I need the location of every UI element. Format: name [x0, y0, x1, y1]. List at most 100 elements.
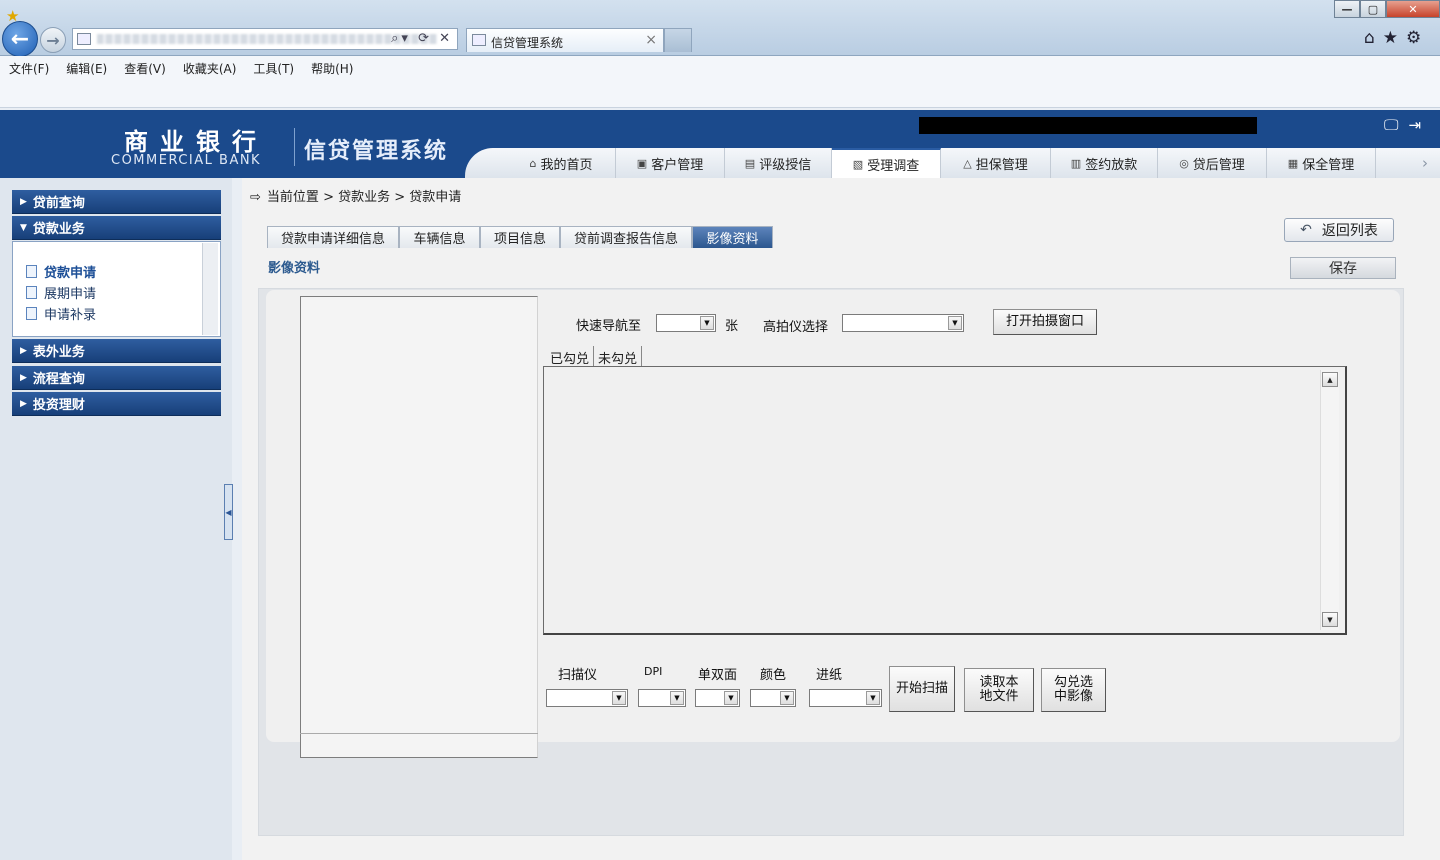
color-label: 颜色 — [760, 668, 787, 683]
return-arrow-icon: ↶ — [1300, 222, 1312, 238]
sidebar-collapse-icon[interactable]: ◀ — [224, 484, 233, 540]
nav-tab-postloan[interactable]: ◎ 贷后管理 — [1158, 148, 1267, 178]
survey-icon: ▧ — [852, 157, 864, 171]
sidebar-group-preloan-query[interactable]: ▶ 贷前查询 — [12, 190, 221, 214]
scroll-down-icon[interactable]: ▼ — [1322, 612, 1338, 627]
dropdown-arrow-icon: ▼ — [724, 691, 738, 705]
nav-tab-survey[interactable]: ▧ 受理调查 — [832, 148, 941, 178]
browser-tools-icons[interactable]: ⌂★⚙ — [1364, 28, 1429, 48]
nav-tab-preservation[interactable]: ▦ 保全管理 — [1267, 148, 1376, 178]
favorites-bar — [0, 78, 1440, 108]
section-title: 影像资料 — [268, 261, 321, 276]
forward-arrow-icon[interactable]: → — [40, 27, 66, 53]
dropdown-arrow-icon: ▼ — [866, 691, 880, 705]
dpi-label: DPI — [644, 665, 663, 678]
nav-tab-contract[interactable]: ▥ 签约放款 — [1051, 148, 1158, 178]
quick-nav-select[interactable]: ▼ — [656, 314, 716, 332]
dropdown-arrow-icon: ▼ — [948, 316, 962, 330]
caret-right-icon: ▶ — [20, 398, 27, 409]
maximize-icon[interactable]: ▢ — [1360, 0, 1386, 18]
dpi-select[interactable]: ▼ — [638, 689, 686, 707]
menu-view[interactable]: 查看(V) — [115, 56, 174, 77]
image-viewer-scrollbar[interactable]: ▲ ▼ — [1320, 370, 1339, 630]
minimize-icon[interactable]: — — [1334, 0, 1360, 18]
main-nav: ⌂ 我的首页 ▣ 客户管理 ▤ 评级授信 ▧ 受理调查 △ 担保管理 ▥ 签约放款 ◎ 贷后管… — [465, 148, 1440, 178]
dropdown-arrow-icon: ▼ — [700, 316, 714, 330]
caret-right-icon: ▶ — [20, 345, 27, 356]
scanner-select[interactable]: ▼ — [546, 689, 628, 707]
favorites-star-icon[interactable]: ★ — [6, 7, 19, 25]
guarantee-icon: △ — [963, 156, 972, 170]
duplex-label: 单双面 — [698, 668, 738, 683]
tab-project[interactable]: 项目信息 — [480, 226, 560, 248]
color-select[interactable]: ▼ — [750, 689, 796, 707]
bank-logo-english: COMMERCIAL BANK — [111, 153, 262, 168]
sidebar-group-offbalance[interactable]: ▶ 表外业务 — [12, 339, 221, 363]
breadcrumb: ⇨ 当前位置 > 贷款业务 > 贷款申请 — [250, 190, 462, 205]
new-tab-button[interactable] — [664, 28, 692, 52]
caret-right-icon: ▶ — [20, 372, 27, 383]
logo-divider — [294, 128, 295, 166]
sidebar-scrollbar[interactable] — [202, 243, 218, 335]
sidebar-item-supplement[interactable]: 申请补录 — [26, 304, 96, 323]
dropdown-arrow-icon: ▼ — [780, 691, 794, 705]
sidebar-group-investment[interactable]: ▶ 投资理财 — [12, 392, 221, 416]
nav-tab-home[interactable]: ⌂ 我的首页 — [507, 148, 616, 178]
tab-title: 信贷管理系统 — [491, 36, 564, 50]
tab-vehicle[interactable]: 车辆信息 — [399, 226, 480, 248]
quick-nav-label: 快速导航至 — [576, 319, 642, 334]
nav-tab-customer[interactable]: ▣ 客户管理 — [616, 148, 725, 178]
system-title: 信贷管理系统 — [304, 139, 449, 164]
tab-survey-report[interactable]: 贷前调查报告信息 — [560, 226, 692, 248]
open-camera-button[interactable]: 打开拍摄窗口 — [993, 309, 1097, 335]
caret-down-icon: ▼ — [20, 222, 27, 233]
menu-edit[interactable]: 编辑(E) — [57, 56, 115, 77]
start-scan-button[interactable]: 开始扫描 — [889, 666, 955, 712]
menu-help[interactable]: 帮助(H) — [302, 56, 361, 77]
header-monitor-logout-icons[interactable]: 🖵⇥ — [1384, 116, 1431, 134]
menu-bar: 文件(F) 编辑(E) 查看(V) 收藏夹(A) 工具(T) 帮助(H) — [0, 56, 1440, 78]
postloan-icon: ◎ — [1179, 156, 1189, 170]
nav-tab-guarantee[interactable]: △ 担保管理 — [941, 148, 1051, 178]
tab-images[interactable]: 影像资料 — [692, 226, 773, 248]
browser-tab[interactable]: 信贷管理系统 × — [466, 28, 664, 52]
tab-loan-detail[interactable]: 贷款申请详细信息 — [267, 226, 399, 248]
image-viewer[interactable] — [543, 366, 1347, 635]
menu-tools[interactable]: 工具(T) — [244, 56, 302, 77]
tab-close-icon[interactable]: × — [645, 32, 657, 48]
back-arrow-icon[interactable]: ← — [2, 21, 38, 57]
camera-select-label: 高拍仪选择 — [763, 320, 829, 335]
check-selected-image-button[interactable]: 勾兑选中影像 — [1041, 668, 1106, 712]
home-icon: ⌂ — [529, 156, 537, 170]
save-button[interactable]: 保存 — [1290, 257, 1396, 279]
sidebar-item-loan-apply[interactable]: 贷款申请 — [26, 262, 96, 281]
nav-tab-rating[interactable]: ▤ 评级授信 — [725, 148, 832, 178]
read-local-file-button[interactable]: 读取本地文件 — [964, 668, 1034, 712]
thumbnail-list[interactable] — [300, 296, 538, 758]
document-icon — [26, 265, 37, 278]
document-icon — [26, 307, 37, 320]
back-to-list-button[interactable]: ↶ 返回列表 — [1284, 218, 1394, 242]
preservation-icon: ▦ — [1287, 156, 1299, 170]
dropdown-arrow-icon: ▼ — [612, 691, 626, 705]
nav-next-chevron-icon[interactable]: › — [1414, 154, 1436, 172]
close-window-icon[interactable]: ✕ — [1386, 0, 1440, 18]
menu-file[interactable]: 文件(F) — [0, 56, 57, 77]
location-icon: ⇨ — [250, 190, 261, 205]
address-actions-icon[interactable]: ⌕▾ ⟳ ✕ — [391, 31, 453, 46]
camera-select[interactable]: ▼ — [842, 314, 964, 332]
dropdown-arrow-icon: ▼ — [670, 691, 684, 705]
duplex-select[interactable]: ▼ — [695, 689, 740, 707]
sidebar-group-loan-business[interactable]: ▼ 贷款业务 — [12, 216, 221, 240]
scroll-up-icon[interactable]: ▲ — [1322, 372, 1338, 387]
tab-page-icon — [472, 34, 486, 46]
address-bar[interactable]: ⌕▾ ⟳ ✕ — [72, 28, 458, 50]
thumbnail-list-footer — [300, 733, 538, 758]
paper-feed-label: 进纸 — [816, 668, 843, 683]
menu-favorites[interactable]: 收藏夹(A) — [174, 56, 245, 77]
sidebar-group-process-query[interactable]: ▶ 流程查询 — [12, 366, 221, 390]
page-icon — [77, 33, 91, 45]
rating-icon: ▤ — [744, 156, 756, 170]
sidebar-item-extension[interactable]: 展期申请 — [26, 283, 96, 302]
paper-feed-select[interactable]: ▼ — [809, 689, 882, 707]
